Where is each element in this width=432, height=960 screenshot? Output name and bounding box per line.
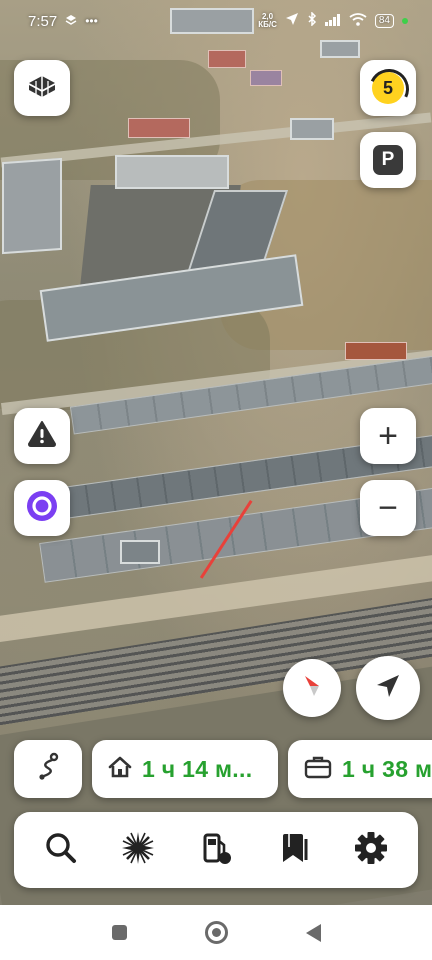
battery-indicator: 84 xyxy=(374,14,394,28)
gear-icon xyxy=(354,831,388,870)
bookmarks-icon xyxy=(279,832,309,869)
house xyxy=(290,118,334,140)
network-speed: 2,0 КБ/С xyxy=(258,12,277,29)
my-location-button[interactable] xyxy=(356,656,420,720)
search-icon xyxy=(45,832,77,869)
back-button[interactable] xyxy=(305,923,321,942)
gas-stations-button[interactable] xyxy=(186,820,246,880)
layers-notification-icon xyxy=(65,13,77,30)
building xyxy=(115,155,229,189)
house xyxy=(208,50,246,68)
recent-apps-button[interactable] xyxy=(111,925,127,940)
spark-icon xyxy=(121,831,155,870)
minus-icon: − xyxy=(378,489,398,527)
search-button[interactable] xyxy=(31,820,91,880)
speed-limit-icon: 5 xyxy=(363,63,415,115)
route-work-time: 1 ч 38 м xyxy=(342,755,432,782)
location-arrow-icon xyxy=(374,672,402,705)
home-icon xyxy=(108,756,132,783)
gas-station-icon xyxy=(199,831,233,870)
menu-logo-button[interactable] xyxy=(14,60,70,116)
camera-in-use-dot-icon xyxy=(402,18,408,24)
garage xyxy=(345,342,407,360)
bookmarks-button[interactable] xyxy=(264,820,324,880)
house xyxy=(128,118,190,138)
route-settings-button[interactable] xyxy=(14,740,82,798)
bluetooth-icon xyxy=(307,11,317,30)
warning-triangle-icon xyxy=(27,419,57,454)
house xyxy=(250,70,282,86)
clock: 7:57 xyxy=(28,12,58,30)
route-home-time: 1 ч 14 м... xyxy=(142,755,253,782)
location-arrow-status-icon xyxy=(285,12,299,30)
speed-limit-button[interactable]: 5 xyxy=(360,60,416,116)
bottom-toolbar xyxy=(14,812,418,888)
plus-icon: + xyxy=(378,417,398,455)
building xyxy=(2,157,62,255)
parking-button[interactable]: P xyxy=(360,132,416,188)
house xyxy=(320,40,360,58)
home-button[interactable] xyxy=(204,921,228,944)
wifi-icon xyxy=(349,12,367,30)
compass-icon xyxy=(299,673,325,704)
discovery-button[interactable] xyxy=(108,820,168,880)
zoom-out-button[interactable]: − xyxy=(360,480,416,536)
yandex-maps-logo-icon xyxy=(27,73,57,104)
garage xyxy=(120,540,160,564)
briefcase-icon xyxy=(304,755,332,784)
route-squiggle-icon xyxy=(35,752,61,787)
report-incident-button[interactable] xyxy=(14,408,70,464)
system-navigation-bar xyxy=(0,905,432,960)
alice-icon xyxy=(26,490,58,527)
more-notifications-icon: ••• xyxy=(85,14,98,28)
zoom-in-button[interactable]: + xyxy=(360,408,416,464)
status-bar: 7:57 ••• 2,0 КБ/С 84 xyxy=(0,0,432,42)
route-work-chip[interactable]: 1 ч 38 м xyxy=(288,740,432,798)
alice-assistant-button[interactable] xyxy=(14,480,70,536)
compass-button[interactable] xyxy=(283,659,341,717)
parking-icon: P xyxy=(373,145,403,175)
settings-button[interactable] xyxy=(341,820,401,880)
cellular-signal-icon xyxy=(324,13,341,30)
route-home-chip[interactable]: 1 ч 14 м... xyxy=(92,740,278,798)
